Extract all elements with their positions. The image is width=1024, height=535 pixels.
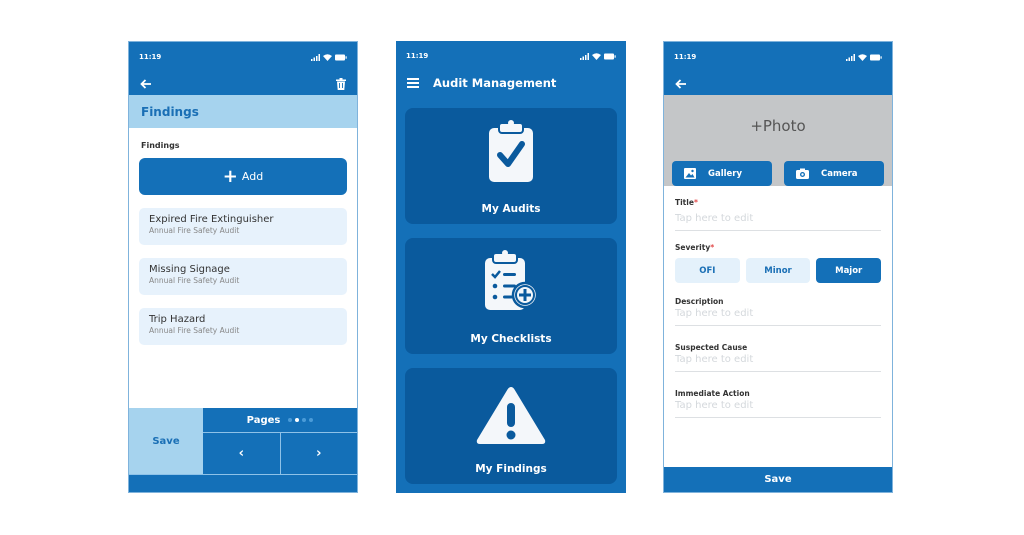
title-field: Title* Tap here to edit [664, 198, 892, 231]
finding-subtitle: Annual Fire Safety Audit [149, 276, 240, 285]
add-finding-button[interactable]: + Add [139, 158, 347, 195]
description-field: Description Tap here to edit [664, 297, 892, 326]
my-checklists-tile[interactable]: My Checklists [405, 238, 617, 354]
immediate-action-label: Immediate Action [675, 389, 750, 398]
suspected-cause-label: Suspected Cause [675, 343, 748, 352]
home-screen: 11:19 Audit Management My Audits My Chec… [396, 41, 626, 493]
signal-icon [846, 53, 855, 61]
severity-option-major[interactable]: Major [816, 258, 882, 283]
finding-title: Trip Hazard [149, 314, 206, 325]
add-photo-label[interactable]: +Photo [664, 117, 892, 135]
camera-icon [796, 168, 809, 179]
my-findings-tile[interactable]: My Findings [405, 368, 617, 484]
severity-option-ofi[interactable]: OFI [675, 258, 740, 283]
checklist-add-icon [485, 250, 539, 310]
title-input[interactable]: Tap here to edit [675, 207, 881, 231]
camera-button[interactable]: Camera [784, 161, 884, 186]
wifi-icon [592, 52, 601, 60]
signal-icon [580, 52, 589, 60]
save-button[interactable]: Save [129, 408, 203, 474]
pager: Pages ‹ › [203, 408, 357, 474]
finding-title: Missing Signage [149, 264, 230, 275]
header: 11:19 [664, 42, 892, 95]
add-label: Add [241, 170, 264, 183]
list-item[interactable]: Missing Signage Annual Fire Safety Audit [139, 258, 347, 295]
page-dot[interactable] [302, 418, 307, 422]
finding-subtitle: Annual Fire Safety Audit [149, 226, 240, 235]
my-audits-tile[interactable]: My Audits [405, 108, 617, 224]
status-bar: 11:19 [129, 42, 357, 72]
immediate-action-input[interactable]: Tap here to edit [675, 398, 881, 418]
status-bar: 11:19 [664, 42, 892, 72]
app-bar [664, 72, 892, 95]
finding-subtitle: Annual Fire Safety Audit [149, 326, 240, 335]
warning-icon [476, 387, 546, 444]
trash-icon[interactable] [336, 77, 346, 90]
bottom-bar: Save Pages ‹ › [129, 408, 357, 474]
status-time: 11:19 [674, 53, 697, 61]
status-bar: 11:19 [396, 41, 626, 71]
back-arrow-icon[interactable] [140, 78, 152, 89]
signal-icon [311, 53, 320, 61]
camera-label: Camera [821, 168, 858, 179]
page-dot-active[interactable] [295, 418, 300, 422]
title-label: Title [675, 198, 694, 207]
battery-icon [335, 54, 347, 60]
severity-option-minor[interactable]: Minor [745, 258, 811, 283]
app-bar: Audit Management [396, 71, 626, 94]
immediate-action-field: Immediate Action Tap here to edit [664, 389, 892, 418]
required-marker: * [693, 198, 698, 207]
tile-label: My Findings [475, 463, 547, 475]
list-item[interactable]: Expired Fire Extinguisher Annual Fire Sa… [139, 208, 347, 245]
finding-title: Expired Fire Extinguisher [149, 214, 274, 225]
app-bar [129, 72, 357, 95]
page-title: Findings [129, 95, 357, 128]
battery-icon [870, 54, 882, 60]
severity-selector: OFI Minor Major [675, 258, 882, 283]
prev-page-button[interactable]: ‹ [203, 433, 281, 474]
wifi-icon [858, 53, 867, 61]
status-time: 11:19 [139, 53, 162, 61]
tile-label: My Audits [481, 203, 541, 215]
wifi-icon [323, 53, 332, 61]
new-finding-screen: 11:19 +Photo Gallery Camera Title* Tap h… [663, 41, 893, 493]
header: 11:19 [129, 42, 357, 95]
required-marker: * [710, 243, 715, 252]
status-time: 11:19 [406, 52, 429, 60]
app-title: Audit Management [433, 75, 557, 90]
severity-field: Severity* OFI Minor Major [664, 243, 892, 283]
gallery-button[interactable]: Gallery [672, 161, 772, 186]
page-dot[interactable] [288, 418, 293, 422]
suspected-cause-input[interactable]: Tap here to edit [675, 352, 881, 372]
description-label: Description [675, 297, 724, 306]
tile-label: My Checklists [470, 333, 552, 345]
pages-label: Pages [246, 414, 281, 426]
findings-screen: 11:19 Findings Findings + Add Expired Fi… [128, 41, 358, 493]
gallery-label: Gallery [708, 168, 743, 179]
severity-label: Severity [675, 243, 711, 252]
description-input[interactable]: Tap here to edit [675, 306, 881, 326]
menu-icon[interactable] [407, 77, 419, 88]
section-label: Findings [141, 141, 180, 150]
gallery-icon [684, 168, 696, 179]
footer-bar [129, 474, 357, 492]
page-dot[interactable] [309, 418, 314, 422]
next-page-button[interactable]: › [281, 433, 358, 474]
suspected-cause-field: Suspected Cause Tap here to edit [664, 343, 892, 372]
page-indicator [288, 418, 314, 422]
clipboard-check-icon [489, 120, 533, 182]
photo-area: +Photo Gallery Camera [664, 95, 892, 186]
back-arrow-icon[interactable] [675, 78, 687, 89]
plus-icon: + [222, 165, 238, 187]
save-button[interactable]: Save [664, 467, 892, 492]
list-item[interactable]: Trip Hazard Annual Fire Safety Audit [139, 308, 347, 345]
battery-icon [604, 53, 616, 59]
